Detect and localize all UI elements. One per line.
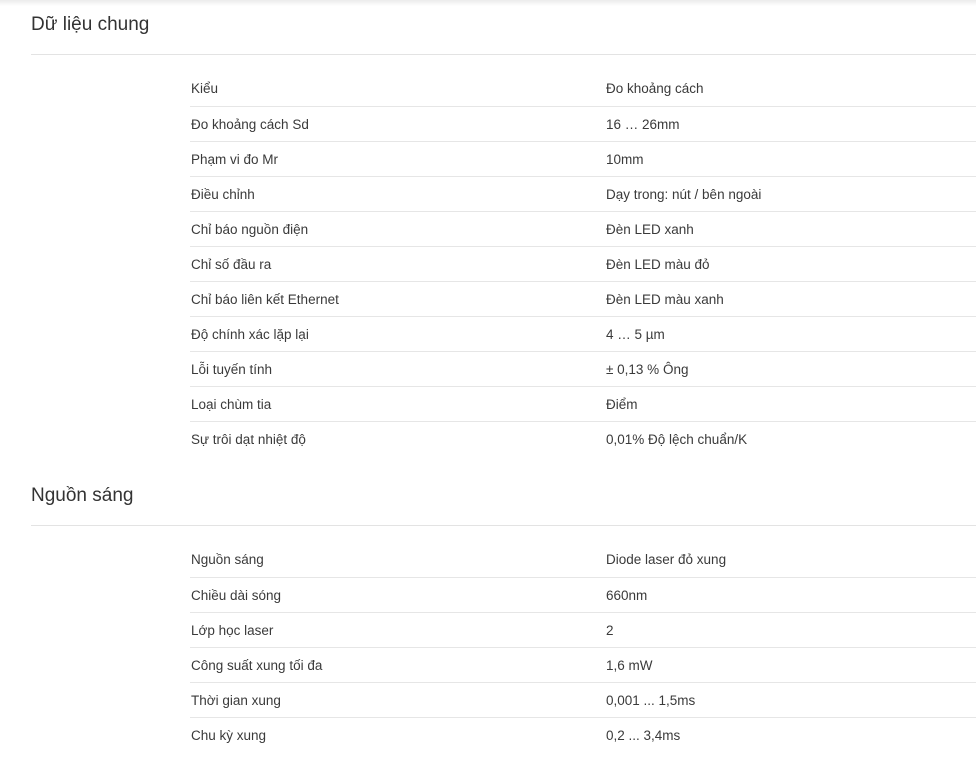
spec-row-temperature-drift: Sự trôi dạt nhiệt độ 0,01% Độ lệch chuẩn…: [190, 421, 976, 456]
spec-row-ethernet-indicator: Chỉ báo liên kết Ethernet Đèn LED màu xa…: [190, 281, 976, 316]
spec-value: Đo khoảng cách: [606, 81, 704, 96]
spec-label: Lớp học laser: [191, 623, 274, 638]
spec-row-repeat-accuracy: Độ chính xác lặp lại 4 … 5 µm: [190, 316, 976, 351]
spec-label: Sự trôi dạt nhiệt độ: [191, 432, 306, 447]
spec-value: Đèn LED màu xanh: [606, 292, 724, 307]
spec-row-linearity-error: Lỗi tuyến tính ± 0,13 % Ông: [190, 351, 976, 386]
spec-label: Chỉ số đầu ra: [191, 257, 272, 272]
spec-value: Đèn LED màu đỏ: [606, 257, 710, 272]
spec-value: 0,2 ... 3,4ms: [606, 728, 681, 743]
spec-row-pulse-duration: Thời gian xung 0,001 ... 1,5ms: [190, 682, 976, 717]
spec-row-output-indicator: Chỉ số đầu ra Đèn LED màu đỏ: [190, 246, 976, 281]
spec-row-pulse-period: Chu kỳ xung 0,2 ... 3,4ms: [190, 717, 976, 752]
spec-value: ± 0,13 % Ông: [606, 362, 689, 377]
spec-value: 4 … 5 µm: [606, 327, 665, 342]
spec-row-light-source: Nguồn sáng Diode laser đỏ xung: [190, 542, 976, 577]
spec-row-sensing-distance: Đo khoảng cách Sd 16 … 26mm: [190, 106, 976, 141]
spec-value: 16 … 26mm: [606, 117, 680, 132]
spec-row-beam-type: Loại chùm tia Điểm: [190, 386, 976, 421]
spec-value: Dạy trong: nút / bên ngoài: [606, 187, 762, 202]
spec-label: Chỉ báo nguồn điện: [191, 222, 309, 237]
spec-row-wavelength: Chiều dài sóng 660nm: [190, 577, 976, 612]
spec-row-max-pulse-power: Công suất xung tối đa 1,6 mW: [190, 647, 976, 682]
spec-table-light-source: Nguồn sáng Diode laser đỏ xung Chiều dài…: [190, 542, 976, 752]
spec-label: Điều chỉnh: [191, 187, 255, 202]
spec-row-type: Kiểu Đo khoảng cách: [190, 71, 976, 106]
spec-value: 660nm: [606, 588, 648, 603]
spec-label: Nguồn sáng: [191, 552, 264, 567]
spec-label: Thời gian xung: [191, 693, 281, 708]
spec-label: Công suất xung tối đa: [191, 658, 323, 673]
spec-row-adjustment: Điều chỉnh Dạy trong: nút / bên ngoài: [190, 176, 976, 211]
spec-label: Lỗi tuyến tính: [191, 362, 273, 377]
spec-label: Loại chùm tia: [191, 397, 272, 412]
spec-value: Điểm: [606, 397, 638, 412]
section-title-general: Dữ liệu chung: [31, 14, 150, 35]
spec-value: 0,01% Độ lệch chuẩn/K: [606, 432, 748, 447]
spec-value: 0,001 ... 1,5ms: [606, 693, 696, 708]
spec-label: Độ chính xác lặp lại: [191, 327, 309, 342]
section-divider: [31, 54, 976, 55]
spec-label: Chu kỳ xung: [191, 728, 267, 743]
section-divider: [31, 525, 976, 526]
spec-label: Chỉ báo liên kết Ethernet: [191, 292, 339, 307]
spec-value: Đèn LED xanh: [606, 222, 694, 237]
section-title-light-source: Nguồn sáng: [31, 485, 134, 506]
spec-row-measuring-range: Phạm vi đo Mr 10mm: [190, 141, 976, 176]
spec-label: Đo khoảng cách Sd: [191, 117, 309, 132]
spec-value: 2: [606, 623, 614, 638]
spec-table-general: Kiểu Đo khoảng cách Đo khoảng cách Sd 16…: [190, 71, 976, 456]
spec-row-power-indicator: Chỉ báo nguồn điện Đèn LED xanh: [190, 211, 976, 246]
spec-row-laser-class: Lớp học laser 2: [190, 612, 976, 647]
spec-value: Diode laser đỏ xung: [606, 552, 727, 567]
spec-label: Kiểu: [191, 81, 219, 96]
spec-label: Phạm vi đo Mr: [191, 152, 279, 167]
spec-label: Chiều dài sóng: [191, 588, 282, 603]
top-shadow: [0, 0, 976, 6]
spec-value: 1,6 mW: [606, 658, 653, 673]
spec-value: 10mm: [606, 152, 644, 167]
